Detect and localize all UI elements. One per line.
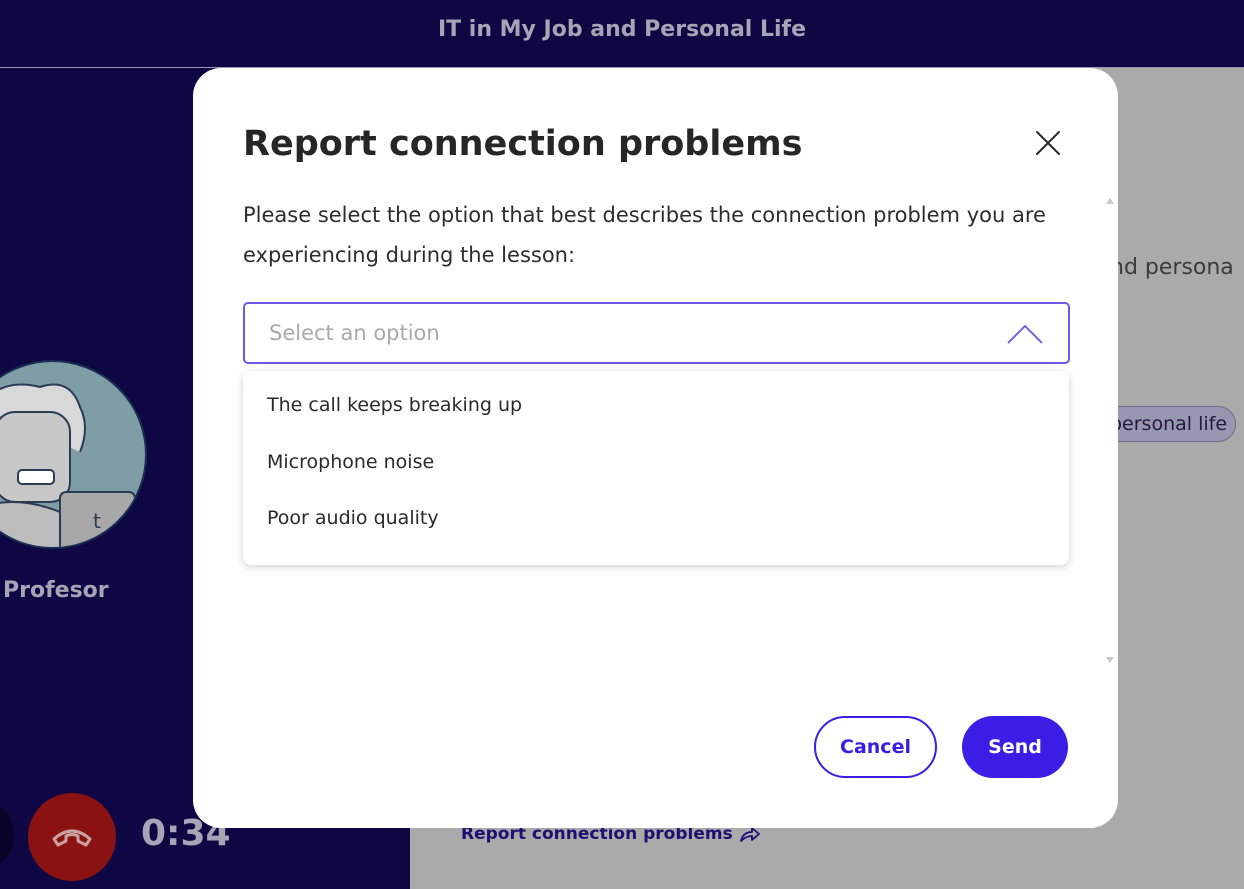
- select-placeholder: Select an option: [269, 321, 440, 345]
- lesson-heading-fragment: nd persona: [1110, 255, 1234, 280]
- close-button[interactable]: [1031, 126, 1065, 160]
- top-bar: IT in My Job and Personal Life: [0, 0, 1244, 68]
- scroll-up-arrow[interactable]: [1106, 198, 1114, 204]
- phone-hangup-icon: [52, 829, 92, 847]
- problem-select[interactable]: Select an option: [243, 302, 1070, 364]
- select-dropdown-menu: The call keeps breaking up Microphone no…: [243, 371, 1069, 565]
- chevron-up-icon: [1007, 324, 1043, 344]
- scroll-down-arrow[interactable]: [1106, 657, 1114, 663]
- send-button[interactable]: Send: [962, 716, 1068, 778]
- close-icon: [1036, 131, 1060, 155]
- svg-text:t: t: [93, 509, 101, 533]
- dialog-title: Report connection problems: [243, 124, 803, 164]
- lesson-title: IT in My Job and Personal Life: [437, 17, 807, 42]
- cancel-button[interactable]: Cancel: [814, 716, 937, 778]
- end-call-button[interactable]: [28, 793, 116, 881]
- option-microphone-noise[interactable]: Microphone noise: [243, 451, 1069, 508]
- dialog-description: Please select the option that best descr…: [243, 203, 1046, 267]
- report-problem-dialog: Report connection problems Please select…: [193, 68, 1118, 828]
- teacher-name: Profesor: [3, 578, 109, 603]
- option-call-breaking-up[interactable]: The call keeps breaking up: [243, 394, 1069, 451]
- option-poor-audio-quality[interactable]: Poor audio quality: [243, 507, 1069, 564]
